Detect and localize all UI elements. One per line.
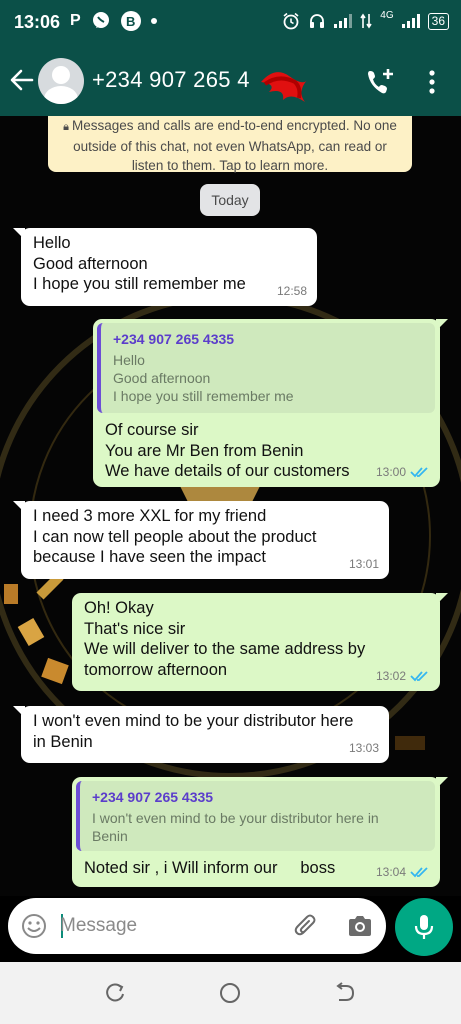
emoji-icon[interactable] [20, 912, 48, 940]
message-time-text: 13:04 [375, 864, 406, 879]
bubble-tail [436, 777, 448, 789]
message-text: I won't even mind to be your distributor… [21, 706, 389, 752]
message-line: I can now tell people about the product [33, 527, 317, 546]
quoted-message[interactable]: +234 907 265 4335 I won't even mind to b… [76, 781, 435, 851]
message-line: because I have seen the impact [33, 548, 266, 566]
redaction-scribble [261, 72, 307, 102]
status-system-icons: 4G 36 [282, 9, 449, 30]
camera-icon[interactable] [346, 912, 374, 940]
more-notifications-dot [150, 18, 157, 24]
bubble-tail [13, 706, 25, 718]
quoted-text: I won't even mind to be your distributor… [92, 809, 379, 845]
status-bar: 13:06 P B 4G 36 [0, 0, 461, 48]
b-notification-icon: B [120, 11, 141, 31]
headset-icon [310, 14, 325, 28]
system-nav-bar [0, 962, 461, 1024]
message-line: Noted sir , i Will inform our boss [84, 859, 336, 877]
message-line: You are Mr Ben from Benin [105, 441, 304, 460]
message-time: 13:03 [349, 738, 379, 759]
message-line: Of course sir [105, 421, 199, 439]
message-line: I won't even mind to be your distributor… [33, 712, 354, 730]
bubble-tail [436, 319, 448, 331]
bubble-tail [436, 593, 448, 605]
add-call-icon[interactable] [364, 66, 396, 98]
message-text: Noted sir , i Will inform our boss [72, 853, 335, 879]
mic-button[interactable] [395, 898, 453, 956]
chat-header: +234 907 265 4 [0, 48, 461, 116]
quoted-author: +234 907 265 4335 [92, 789, 214, 805]
message-line: We have details of our customers [105, 462, 350, 480]
arrow-left-icon[interactable] [8, 66, 36, 94]
signal-1-icon [334, 14, 353, 28]
p-notification-icon: P [70, 12, 81, 29]
quoted-line: I hope you still remember me [113, 388, 294, 404]
message-time-text: 13:00 [375, 464, 406, 479]
message-line: We will deliver to the same address by [84, 640, 366, 658]
quoted-message[interactable]: +234 907 265 4335 Hello Good afternoon I… [97, 323, 435, 413]
message-line: I hope you still remember me [33, 275, 246, 293]
message-bubble-outgoing[interactable]: Oh! Okay That's nice sir We will deliver… [72, 593, 448, 691]
message-line: Hello [33, 234, 71, 252]
quoted-text: Hello Good afternoon I hope you still re… [113, 351, 294, 405]
data-arrows-icon [360, 13, 372, 29]
network-type: 4G [380, 9, 394, 21]
status-time: 13:06 [14, 12, 61, 32]
read-ticks-icon [410, 867, 428, 878]
message-time-text: 12:58 [276, 283, 307, 298]
message-bubble-incoming[interactable]: I won't even mind to be your distributor… [13, 706, 389, 763]
back-icon[interactable] [334, 982, 356, 1004]
message-bubble-incoming[interactable]: Hello Good afternoon I hope you still re… [13, 228, 317, 306]
status-notification-icons: P B [70, 11, 157, 31]
signal-2-icon [401, 14, 420, 28]
date-chip: Today [200, 184, 260, 216]
message-text: I need 3 more XXL for my friend I can no… [21, 501, 389, 568]
lock-icon: 🔒︎ [63, 121, 72, 133]
message-line: in Benin [33, 732, 93, 751]
message-time: 12:58 [277, 281, 307, 302]
encryption-notice-text: Messages and calls are end-to-end encryp… [71, 118, 397, 173]
message-line: That's nice sir [84, 619, 186, 638]
contact-name[interactable]: +234 907 265 4 [92, 67, 250, 93]
bubble-tail [13, 228, 25, 240]
battery-indicator: 36 [427, 12, 449, 30]
message-text: Hello Good afternoon I hope you still re… [21, 228, 317, 295]
mic-icon [414, 915, 434, 939]
b-notification-glyph: B [125, 13, 136, 29]
bubble-tail [13, 501, 25, 513]
message-time: 13:01 [349, 554, 379, 575]
more-vert-icon[interactable] [420, 68, 444, 96]
quoted-line: I won't even mind to be your distributor… [92, 810, 379, 826]
message-input[interactable] [60, 914, 280, 938]
quoted-author: +234 907 265 4335 [113, 331, 235, 347]
message-line: Oh! Okay [84, 599, 154, 617]
chat-notification-icon [92, 12, 109, 28]
message-time: 13:02 [376, 666, 430, 687]
message-time-text: 13:01 [348, 556, 379, 571]
quoted-line: Benin [92, 828, 128, 844]
paperclip-icon[interactable] [292, 912, 320, 940]
message-bubble-outgoing[interactable]: +234 907 265 4335 I won't even mind to b… [72, 777, 448, 887]
message-time-text: 13:02 [375, 668, 406, 683]
encryption-notice[interactable]: 🔒︎ Messages and calls are end-to-end enc… [48, 116, 412, 173]
recents-icon[interactable] [104, 982, 126, 1004]
avatar[interactable] [38, 58, 84, 104]
message-bubble-outgoing[interactable]: +234 907 265 4335 Hello Good afternoon I… [93, 319, 448, 487]
home-icon[interactable] [218, 981, 242, 1005]
message-line: I need 3 more XXL for my friend [33, 507, 267, 525]
message-time: 13:04 [376, 862, 430, 883]
message-text: Of course sir You are Mr Ben from Benin … [93, 415, 350, 482]
message-time-text: 13:03 [348, 740, 379, 755]
alarm-icon [283, 12, 299, 30]
chat-area[interactable]: 🔒︎ Messages and calls are end-to-end enc… [0, 116, 461, 896]
message-time: 13:00 [376, 462, 430, 483]
message-composer [8, 898, 386, 954]
quoted-line: Hello [113, 352, 145, 368]
quoted-line: Good afternoon [113, 370, 211, 386]
message-bubble-incoming[interactable]: I need 3 more XXL for my friend I can no… [13, 501, 389, 579]
read-ticks-icon [410, 467, 428, 478]
message-line: Good afternoon [33, 254, 148, 273]
read-ticks-icon [410, 671, 428, 682]
